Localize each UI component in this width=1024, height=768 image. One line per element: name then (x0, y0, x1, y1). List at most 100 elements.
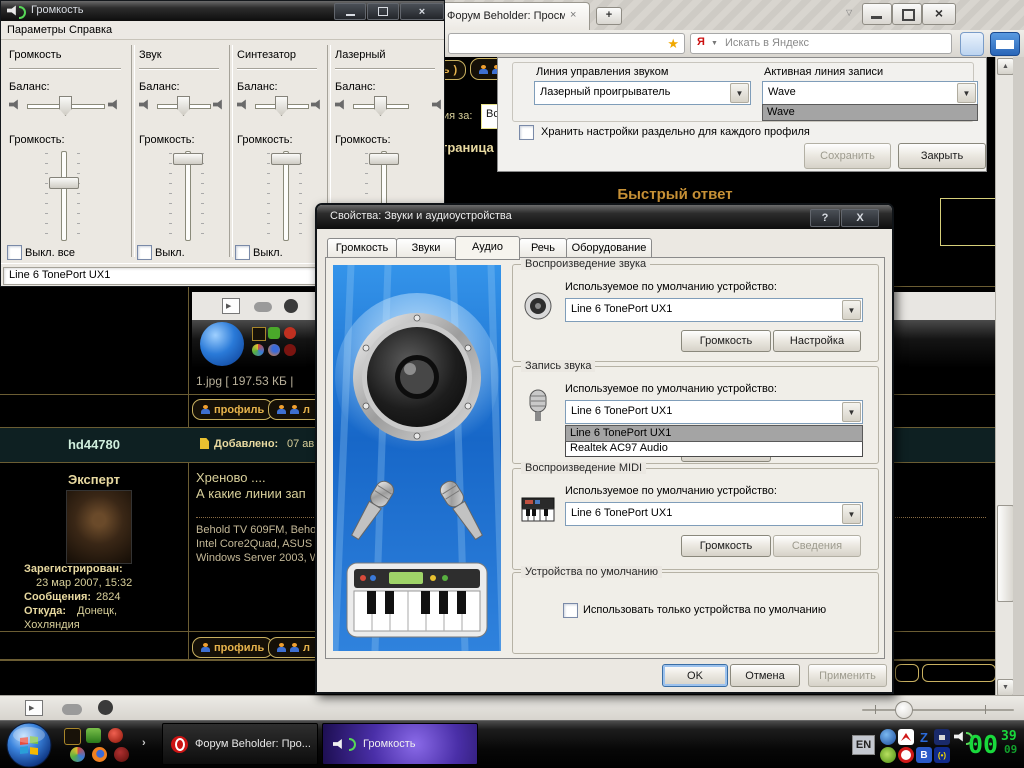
tray-starforce-icon[interactable] (880, 729, 896, 745)
search-engine-chevron-icon[interactable]: ▼ (711, 40, 718, 47)
start-button[interactable] (6, 722, 52, 768)
tray-clock[interactable]: 00 39 09 (968, 727, 1022, 763)
balance-thumb[interactable] (59, 96, 72, 116)
volume-thumb[interactable] (49, 177, 79, 189)
tab-list-chevron-icon[interactable]: ▽ (846, 8, 852, 17)
dialog-title-bar[interactable]: Свойства: Звуки и аудиоустройства ? X (317, 205, 892, 229)
mute-all-checkbox[interactable] (7, 245, 22, 260)
midi-device-combo[interactable]: Line 6 TonePort UX1 ▼ (565, 502, 863, 526)
mail-icon[interactable] (990, 32, 1020, 56)
combo-arrow-icon[interactable]: ▼ (842, 504, 861, 524)
new-tab-button[interactable]: + (596, 7, 622, 25)
tab-volume[interactable]: Громкость (327, 238, 397, 259)
quicklaunch-download-icon[interactable] (86, 728, 101, 743)
combo-arrow-icon[interactable]: ▼ (842, 300, 861, 320)
save-button[interactable]: Сохранить (804, 143, 891, 169)
combo-arrow-icon[interactable]: ▼ (957, 83, 976, 103)
apply-button[interactable]: Применить (808, 664, 887, 687)
tray-b-icon[interactable]: B (916, 747, 932, 763)
tray-floppy-icon[interactable] (934, 729, 950, 745)
tray-nvidia-icon[interactable] (880, 747, 896, 763)
browser-tab[interactable]: Форум Beholder: Просмо... × (436, 2, 590, 31)
language-indicator[interactable]: EN (852, 735, 875, 755)
cloud-sync-icon[interactable] (62, 704, 82, 715)
mute-checkbox[interactable] (235, 245, 250, 260)
gold-button-fragment-2[interactable] (922, 664, 996, 682)
defaults-only-checkbox[interactable] (563, 603, 578, 618)
profile-button[interactable]: профиль (192, 399, 273, 420)
quicklaunch-ccleaner-icon[interactable] (108, 728, 123, 743)
quicklaunch-photo-icon[interactable] (64, 728, 81, 745)
address-bar[interactable]: ★ (448, 33, 685, 54)
midi-volume-button[interactable]: Громкость (681, 535, 771, 557)
speaker-right-icon (108, 99, 121, 110)
line-control-combo[interactable]: Лазерный проигрыватель ▼ (534, 81, 751, 105)
volume-thumb[interactable] (271, 153, 301, 165)
bracket: ) (454, 64, 458, 76)
recording-device-combo[interactable]: Line 6 TonePort UX1 ▼ (565, 400, 863, 424)
bookmark-star-icon[interactable]: ★ (667, 36, 679, 52)
record-line-combo[interactable]: Wave ▼ (762, 81, 978, 105)
cancel-button[interactable]: Отмена (730, 664, 800, 687)
mixer-minimize-button[interactable] (334, 3, 366, 20)
tray-z-icon[interactable]: Z (916, 729, 932, 745)
zoom-slider-thumb[interactable] (895, 701, 913, 719)
volume-track[interactable] (61, 151, 67, 241)
volume-thumb[interactable] (173, 153, 203, 165)
tray-beacon-icon[interactable]: (•) (934, 747, 950, 763)
tab-speech[interactable]: Речь (519, 238, 567, 259)
tab-audio[interactable]: Аудио (455, 236, 520, 260)
quicklaunch-opera-icon[interactable] (114, 747, 129, 762)
speaker-left-icon (335, 99, 348, 110)
dialog-close-button[interactable]: X (841, 209, 879, 227)
balance-thumb[interactable] (275, 96, 288, 116)
tab-hardware[interactable]: Оборудование (566, 238, 652, 259)
scrollbar-thumb[interactable] (997, 505, 1014, 602)
playback-settings-button[interactable]: Настройка (773, 330, 861, 352)
combo-arrow-icon[interactable]: ▼ (730, 83, 749, 103)
quicklaunch-firefox-icon[interactable] (92, 747, 107, 762)
midi-about-button[interactable]: Сведения (773, 535, 861, 557)
tray-trend-icon[interactable] (898, 747, 914, 763)
window-restore-button[interactable] (892, 3, 922, 25)
mixer-maximize-button[interactable] (367, 3, 399, 20)
menu-help[interactable]: Справка (69, 24, 112, 36)
mute-checkbox[interactable] (137, 245, 152, 260)
dropdown-option-line6[interactable]: Line 6 TonePort UX1 (566, 426, 862, 441)
profile-button-2[interactable]: профиль (192, 637, 273, 658)
quicklaunch-expand-chevron[interactable]: › (142, 737, 146, 749)
ok-button[interactable]: OK (662, 664, 728, 687)
volume-thumb[interactable] (369, 153, 399, 165)
task-button-browser[interactable]: Форум Beholder: Про... (162, 723, 318, 765)
zoom-slider-track[interactable] (862, 709, 1014, 711)
turbo-dial-icon[interactable] (98, 700, 113, 715)
dropdown-option-realtek[interactable]: Realtek AC97 Audio (566, 441, 862, 456)
balance-thumb[interactable] (177, 96, 190, 116)
task-button-mixer[interactable]: Громкость (322, 723, 478, 765)
dropdown-option[interactable]: Wave (763, 105, 977, 120)
close-button[interactable]: Закрыть (898, 143, 986, 169)
tab-close-icon[interactable]: × (570, 9, 576, 21)
playback-volume-button[interactable]: Громкость (681, 330, 771, 352)
window-minimize-button[interactable] (862, 3, 892, 25)
profiles-checkbox[interactable] (519, 125, 534, 140)
combo-arrow-icon[interactable]: ▼ (842, 402, 861, 422)
scroll-down-icon[interactable]: ▼ (997, 679, 1014, 696)
username[interactable]: hd44780 (0, 437, 188, 452)
tray-avira-icon[interactable] (898, 729, 914, 745)
window-close-button[interactable]: × (922, 3, 956, 25)
quicklaunch-app-icon[interactable] (70, 747, 85, 762)
gold-button-fragment[interactable] (895, 664, 919, 682)
scroll-up-icon[interactable]: ▲ (997, 58, 1014, 75)
page-scrollbar[interactable]: ▲ ▼ (995, 57, 1014, 695)
dialog-help-button[interactable]: ? (810, 209, 840, 227)
mixer-close-button[interactable]: × (400, 3, 444, 20)
attachment-caption[interactable]: 1.jpg [ 197.53 КБ | (196, 374, 293, 388)
playback-device-combo[interactable]: Line 6 TonePort UX1 ▼ (565, 298, 863, 322)
tab-sounds[interactable]: Звуки (396, 238, 456, 259)
yandex-search-box[interactable]: Я ▼ Искать в Яндекс (690, 33, 952, 54)
mixer-title-bar[interactable]: Громкость × (1, 1, 444, 21)
pages-icon[interactable] (960, 32, 984, 56)
menu-params[interactable]: Параметры (7, 24, 66, 36)
balance-thumb[interactable] (374, 96, 387, 116)
